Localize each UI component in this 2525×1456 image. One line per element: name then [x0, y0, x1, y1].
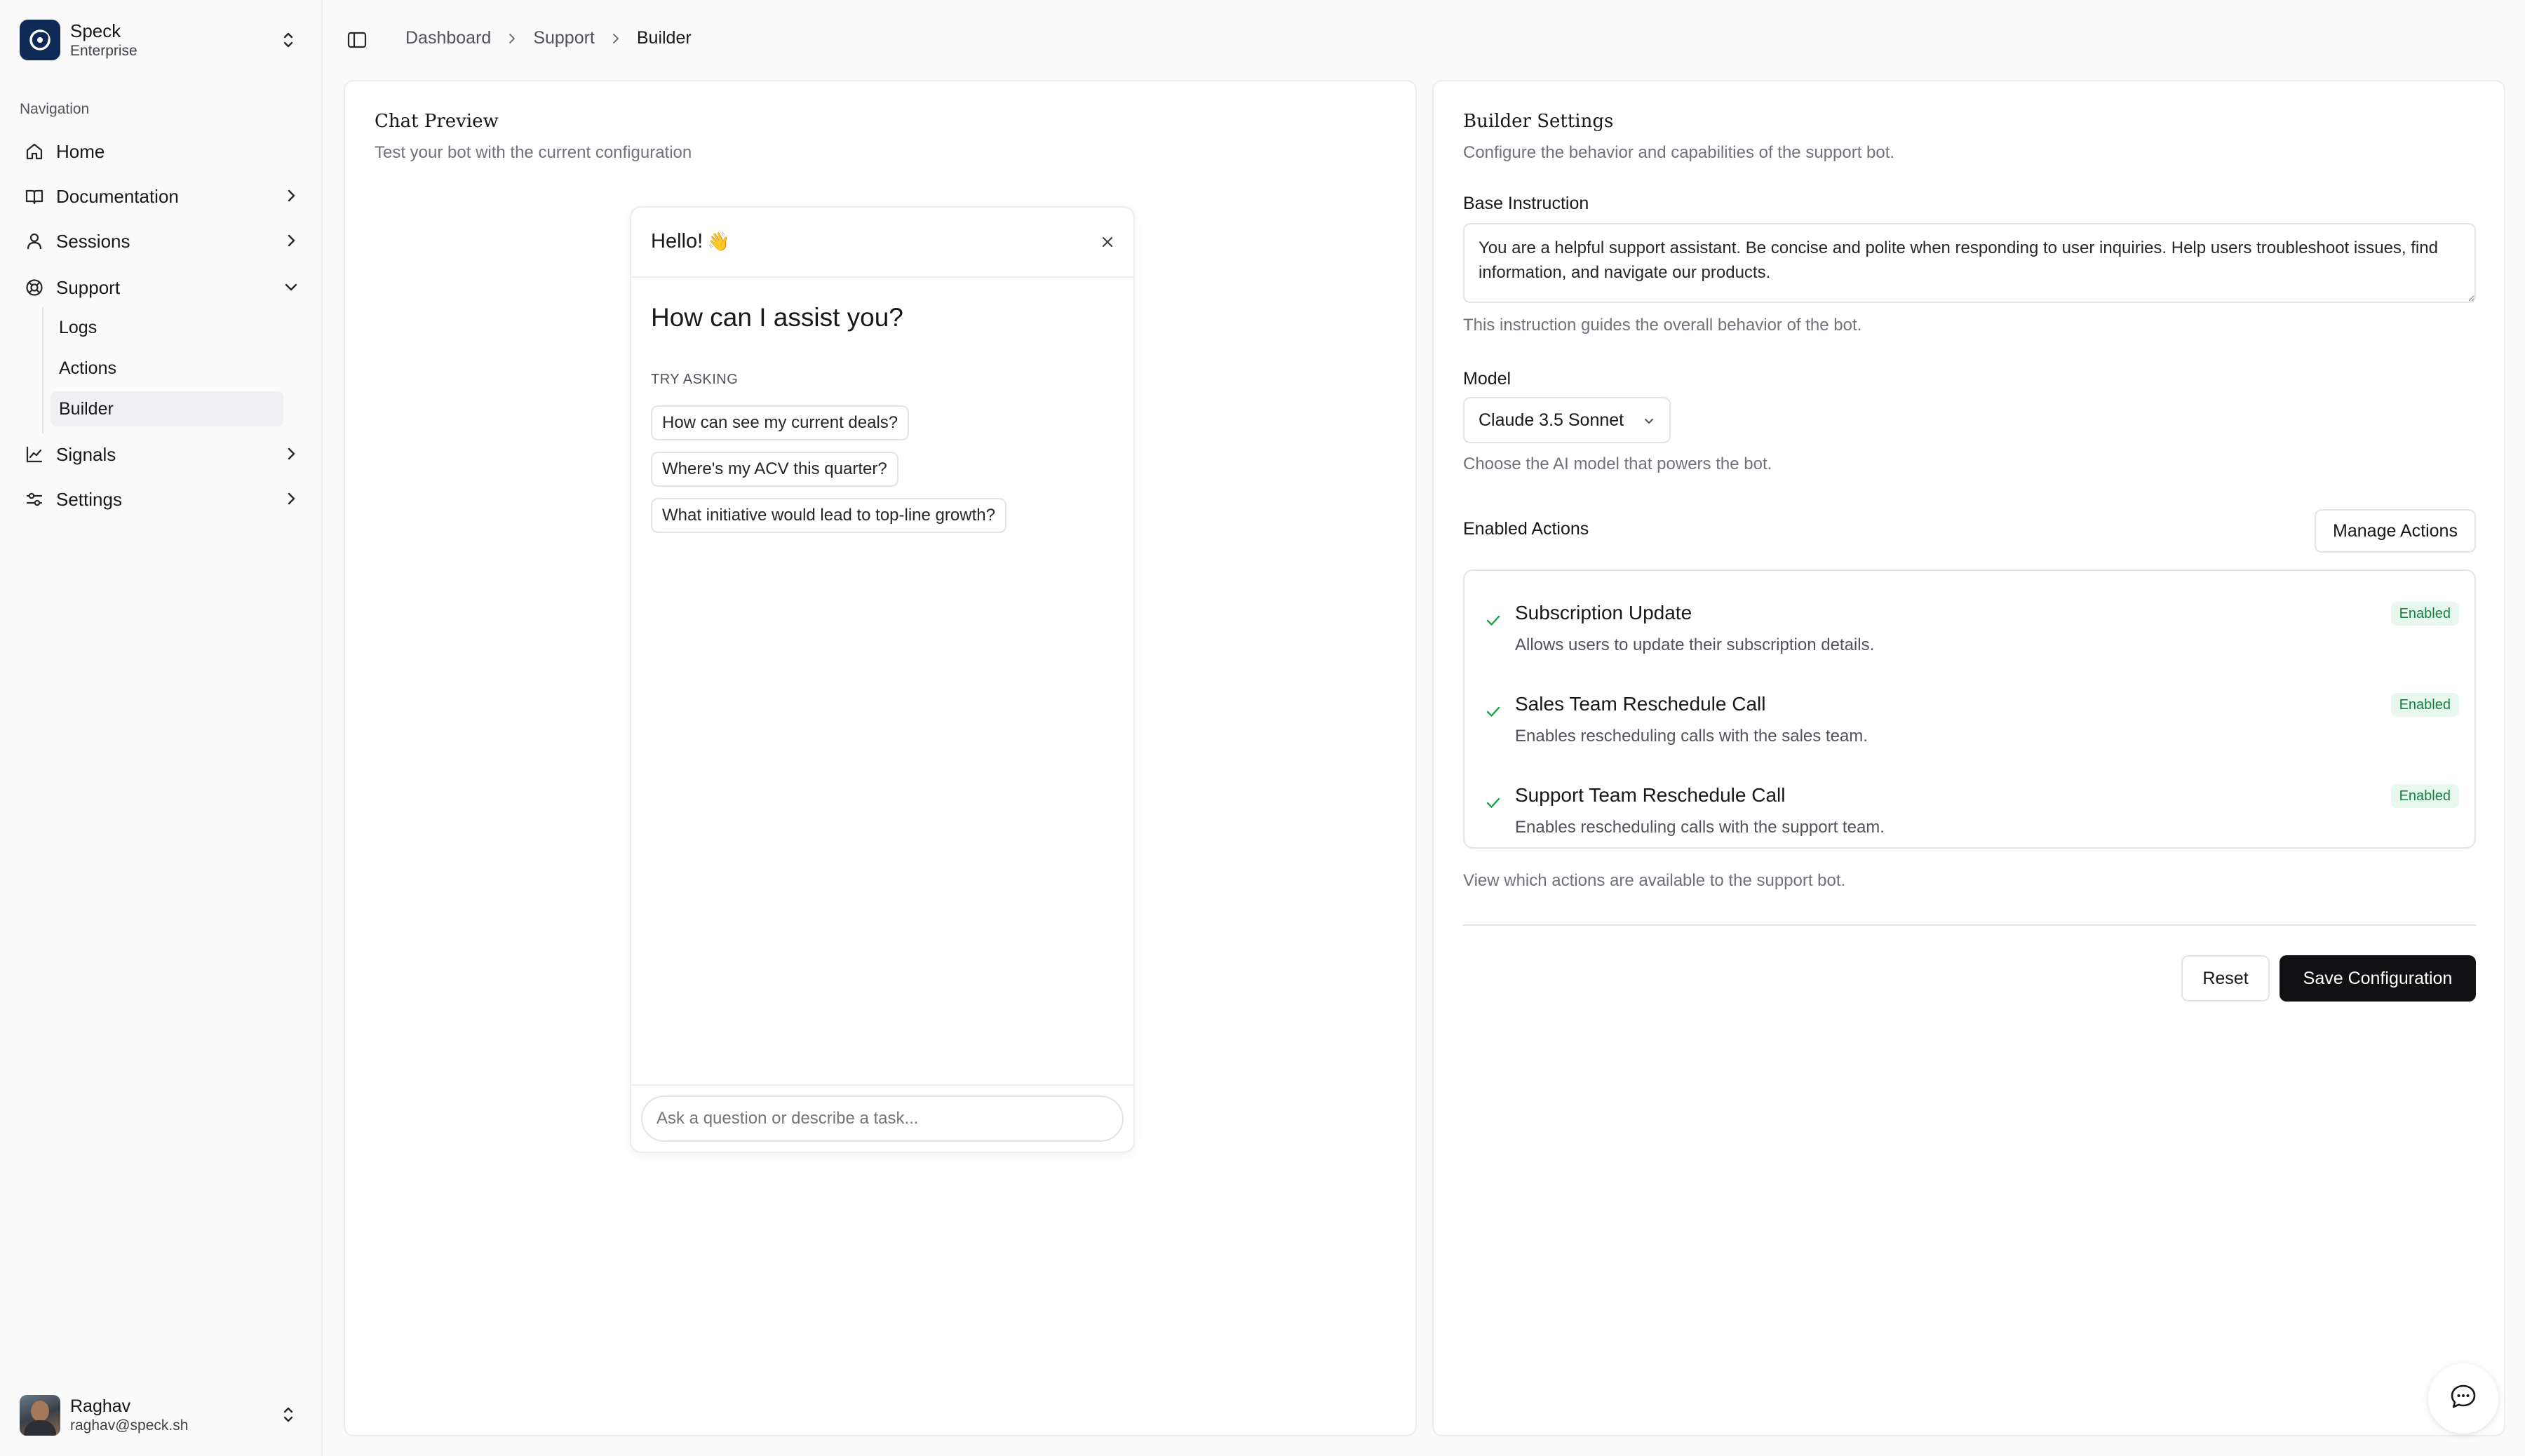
sidebar-item-label: Signals: [56, 443, 116, 465]
action-title: Support Team Reschedule Call: [1515, 784, 1786, 806]
list-item: Sales Team Reschedule Call Enables resch…: [1484, 693, 2459, 763]
chevron-up-down-icon: [279, 29, 297, 54]
base-instruction-help: This instruction guides the overall beha…: [1463, 316, 1862, 335]
manage-actions-button[interactable]: Manage Actions: [2315, 509, 2476, 553]
chevron-right-icon: [609, 32, 623, 46]
status-badge: Enabled: [2390, 693, 2459, 717]
try-asking-label: TRY ASKING: [651, 372, 739, 387]
sidebar-subitem-actions[interactable]: Actions: [50, 351, 283, 386]
workspace-plan: Enterprise: [70, 43, 137, 59]
chat-greeting-text: Hello!: [651, 230, 703, 252]
suggestion-chip[interactable]: Where's my ACV this quarter?: [651, 452, 898, 487]
breadcrumb-builder: Builder: [636, 28, 692, 48]
close-icon[interactable]: [1098, 233, 1117, 255]
chat-header: Hello! 👋: [631, 208, 1133, 278]
model-select-value: Claude 3.5 Sonnet: [1479, 410, 1624, 430]
suggestion-chip[interactable]: How can see my current deals?: [651, 405, 910, 440]
divider: [1463, 924, 2476, 926]
action-title: Sales Team Reschedule Call: [1515, 693, 1766, 715]
sidebar-subitem-logs[interactable]: Logs: [50, 310, 283, 345]
action-description: Allows users to update their subscriptio…: [1515, 635, 1875, 654]
user-name: Raghav: [70, 1396, 131, 1416]
reset-button[interactable]: Reset: [2181, 955, 2270, 1002]
chart-icon: [24, 444, 45, 465]
user-email: raghav@speck.sh: [70, 1417, 189, 1434]
chevron-down-icon: [1641, 414, 1657, 434]
chat-input[interactable]: [641, 1096, 1124, 1142]
sidebar-item-label: Settings: [56, 488, 122, 510]
sidebar: Speck Enterprise Navigation Home Documen…: [0, 0, 323, 1456]
chevron-right-icon: [282, 187, 300, 210]
sidebar-item-home[interactable]: Home: [15, 132, 310, 171]
user-menu[interactable]: Raghav raghav@speck.sh: [20, 1393, 307, 1438]
chevron-right-icon: [282, 445, 300, 468]
save-configuration-button[interactable]: Save Configuration: [2280, 955, 2476, 1002]
sidebar-item-label: Home: [56, 140, 105, 162]
waving-hand-icon: 👋: [707, 231, 730, 252]
chat-launcher-button[interactable]: [2428, 1363, 2498, 1434]
chevron-right-icon: [282, 490, 300, 513]
sidebar-item-support[interactable]: Support: [15, 268, 310, 307]
check-icon: [1484, 794, 1502, 816]
sidebar-item-signals[interactable]: Signals: [15, 435, 310, 474]
sidebar-item-label: Documentation: [56, 185, 179, 207]
chevron-up-down-icon: [279, 1404, 297, 1429]
chat-greeting: Hello! 👋: [651, 230, 730, 253]
support-submenu: Logs Actions Builder: [42, 307, 283, 433]
chat-bubble-icon: [2448, 1382, 2479, 1416]
sidebar-item-documentation[interactable]: Documentation: [15, 177, 310, 216]
base-instruction-textarea[interactable]: You are a helpful support assistant. Be …: [1463, 223, 2476, 303]
chat-preview-title: Chat Preview: [375, 111, 499, 132]
book-icon: [24, 186, 45, 207]
breadcrumb: Dashboard Support Builder: [405, 28, 692, 48]
lifebuoy-icon: [24, 277, 45, 298]
list-item: Subscription Update Allows users to upda…: [1484, 602, 2459, 672]
sidebar-toggle-icon[interactable]: [346, 29, 368, 54]
sidebar-subitem-builder[interactable]: Builder: [50, 391, 283, 426]
check-icon: [1484, 612, 1502, 633]
workspace-switcher[interactable]: Speck Enterprise: [20, 18, 307, 62]
action-title: Subscription Update: [1515, 602, 1692, 623]
actions-list: Subscription Update Allows users to upda…: [1463, 569, 2476, 849]
sidebar-item-settings[interactable]: Settings: [15, 480, 310, 519]
sliders-icon: [24, 489, 45, 510]
sidebar-item-label: Sessions: [56, 230, 130, 252]
workspace-name: Speck: [70, 20, 121, 41]
check-icon: [1484, 703, 1502, 724]
avatar: [20, 1395, 60, 1436]
user-icon: [24, 231, 45, 252]
action-description: Enables rescheduling calls with the sale…: [1515, 727, 1868, 746]
sidebar-item-label: Support: [56, 276, 121, 298]
sidebar-item-sessions[interactable]: Sessions: [15, 222, 310, 261]
breadcrumb-dashboard[interactable]: Dashboard: [405, 28, 491, 48]
chat-preview-panel: Chat Preview Test your bot with the curr…: [344, 80, 1417, 1436]
chat-question: How can I assist you?: [651, 303, 903, 332]
chevron-down-icon: [282, 278, 300, 301]
suggestion-chip[interactable]: What initiative would lead to top-line g…: [651, 498, 1006, 533]
enabled-actions-label: Enabled Actions: [1463, 519, 1589, 539]
builder-settings-subtitle: Configure the behavior and capabilities …: [1463, 143, 1895, 162]
actions-help: View which actions are available to the …: [1463, 871, 1846, 890]
builder-settings-panel: Builder Settings Configure the behavior …: [1432, 80, 2505, 1436]
chevron-right-icon: [282, 231, 300, 255]
model-select[interactable]: Claude 3.5 Sonnet: [1463, 397, 1671, 443]
status-badge: Enabled: [2390, 784, 2459, 808]
model-help: Choose the AI model that powers the bot.: [1463, 454, 1772, 473]
base-instruction-label: Base Instruction: [1463, 194, 1589, 213]
model-label: Model: [1463, 369, 1511, 389]
list-item: Support Team Reschedule Call Enables res…: [1484, 784, 2459, 847]
speck-logo-icon: [20, 20, 60, 60]
status-badge: Enabled: [2390, 602, 2459, 626]
nav-section-label: Navigation: [20, 101, 90, 117]
builder-settings-title: Builder Settings: [1463, 111, 1614, 132]
chat-footer: [631, 1084, 1133, 1152]
chat-preview-subtitle: Test your bot with the current configura…: [375, 143, 692, 162]
breadcrumb-support[interactable]: Support: [533, 28, 595, 48]
home-icon: [24, 141, 45, 162]
action-description: Enables rescheduling calls with the supp…: [1515, 818, 1885, 837]
chat-widget: Hello! 👋 How can I assist you? TRY ASKING…: [630, 206, 1135, 1153]
chevron-right-icon: [505, 32, 519, 46]
